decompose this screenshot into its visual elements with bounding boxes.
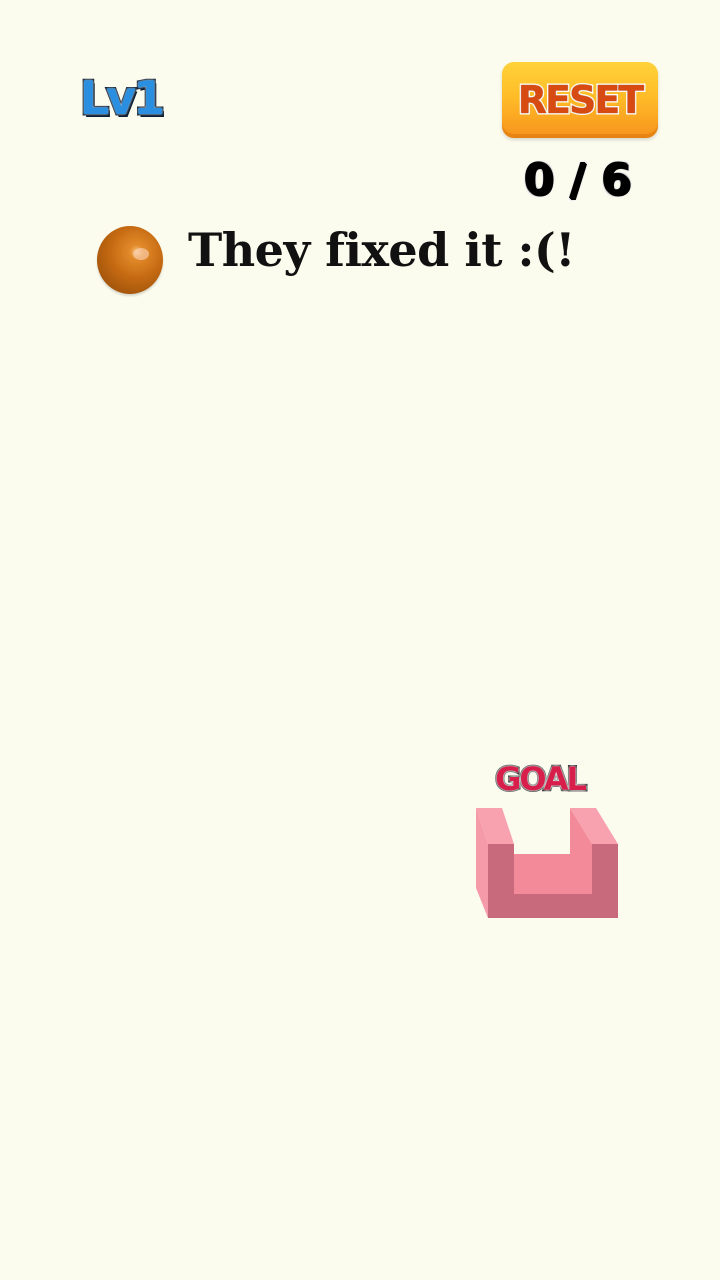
goal-cup: [476, 808, 618, 918]
reset-button[interactable]: RESET: [502, 62, 658, 138]
move-counter: 0 / 6: [522, 153, 634, 208]
reset-button-label: RESET: [516, 77, 645, 124]
goal-label: GOAL: [494, 759, 589, 800]
message-text: They fixed it :(!: [188, 223, 576, 277]
level-indicator: Lv1: [78, 70, 166, 127]
ball-highlight: [133, 248, 149, 260]
ball: [97, 226, 163, 294]
